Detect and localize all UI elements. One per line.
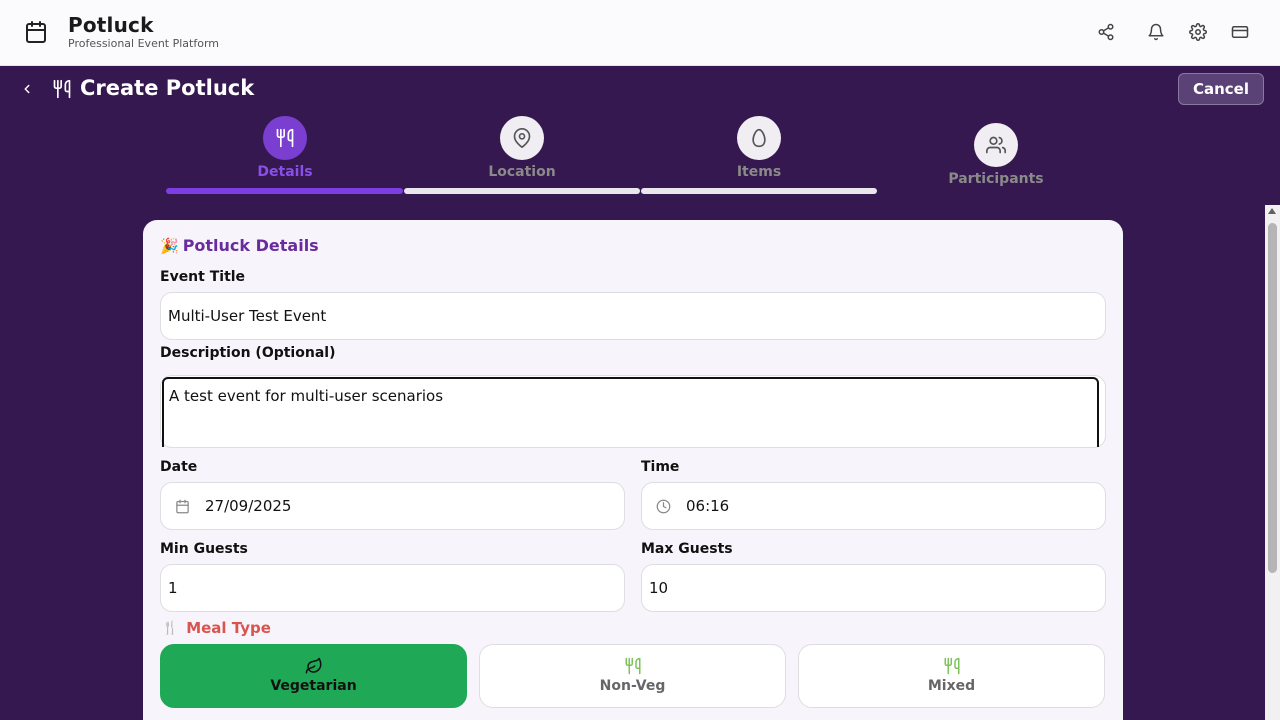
step-circle <box>737 116 781 160</box>
utensils-icon <box>53 79 71 99</box>
step-label: Items <box>736 164 782 180</box>
meal-option-vegetarian[interactable]: Vegetarian <box>160 644 467 708</box>
app-subtitle: Professional Event Platform <box>68 37 220 50</box>
max-guests-value: 10 <box>649 579 669 597</box>
cancel-button[interactable]: Cancel <box>1178 73 1264 105</box>
chevron-left-icon <box>24 84 30 94</box>
map-pin-icon <box>513 128 531 148</box>
meal-option-label: Mixed <box>927 678 976 694</box>
step-progress-items <box>641 188 877 194</box>
calendar-icon <box>26 21 46 43</box>
time-input[interactable]: 06:16 <box>641 482 1106 530</box>
step-circle <box>974 123 1018 167</box>
users-icon <box>986 136 1006 154</box>
min-guests-input[interactable]: 1 <box>160 564 625 612</box>
step-details[interactable]: Details <box>215 116 355 180</box>
step-label: Participants <box>948 171 1044 187</box>
step-participants[interactable]: Participants <box>926 123 1066 187</box>
share-icon <box>1098 23 1114 41</box>
step-progress-location <box>404 188 640 194</box>
card-icon <box>1231 26 1249 38</box>
egg-icon <box>752 128 766 148</box>
description-value: A test event for multi-user scenarios <box>162 377 1099 447</box>
app-title: Potluck <box>68 13 154 37</box>
billing-button[interactable] <box>1229 21 1251 43</box>
app-bar: Potluck Professional Event Platform <box>0 0 1280 66</box>
share-button[interactable] <box>1095 21 1117 43</box>
date-label: Date <box>160 459 198 475</box>
scrollbar-thumb[interactable] <box>1268 223 1277 573</box>
event-title-input[interactable]: Multi-User Test Event <box>160 292 1106 340</box>
min-guests-label: Min Guests <box>160 541 248 557</box>
clock-icon <box>656 498 672 514</box>
max-guests-input[interactable]: 10 <box>641 564 1106 612</box>
meal-type-label-text: Meal Type <box>186 619 271 637</box>
calendar-icon <box>175 498 191 514</box>
meal-option-mixed[interactable]: Mixed <box>798 644 1105 708</box>
back-button[interactable] <box>16 78 38 100</box>
event-title-value: Multi-User Test Event <box>168 307 327 325</box>
meal-option-non-veg[interactable]: Non-Veg <box>479 644 786 708</box>
utensils-icon <box>276 128 294 148</box>
meal-option-label: Non-Veg <box>599 678 666 694</box>
gear-icon <box>1189 23 1207 41</box>
max-guests-label: Max Guests <box>641 541 733 557</box>
step-circle <box>500 116 544 160</box>
step-location[interactable]: Location <box>452 116 592 180</box>
step-progress-details <box>166 188 403 194</box>
time-value: 06:16 <box>686 497 730 515</box>
date-input[interactable]: 27/09/2025 <box>160 482 625 530</box>
step-label: Details <box>257 164 313 180</box>
time-label: Time <box>641 459 680 475</box>
party-icon: 🎉 <box>160 237 179 255</box>
meal-option-label: Vegetarian <box>270 678 357 694</box>
min-guests-value: 1 <box>168 579 178 597</box>
scrollbar[interactable] <box>1265 205 1280 720</box>
notifications-button[interactable] <box>1145 21 1167 43</box>
page-title: Create Potluck <box>80 76 255 100</box>
step-label: Location <box>488 164 556 180</box>
description-textarea[interactable]: A test event for multi-user scenarios <box>160 375 1106 448</box>
utensils-icon: 🍴 <box>162 620 179 636</box>
section-title: 🎉 Potluck Details <box>160 236 319 255</box>
utensils-icon <box>623 656 643 676</box>
section-title-text: Potluck Details <box>182 236 319 255</box>
step-circle <box>263 116 307 160</box>
meal-type-label: 🍴 Meal Type <box>162 619 271 637</box>
date-value: 27/09/2025 <box>205 497 292 515</box>
bell-icon <box>1148 23 1164 41</box>
scroll-up-arrow-icon[interactable] <box>1268 208 1276 214</box>
step-items[interactable]: Items <box>689 116 829 180</box>
settings-button[interactable] <box>1187 21 1209 43</box>
leaf-icon <box>304 656 324 676</box>
event-title-label: Event Title <box>160 269 246 285</box>
utensils-icon <box>942 656 962 676</box>
description-label: Description (Optional) <box>160 345 336 361</box>
